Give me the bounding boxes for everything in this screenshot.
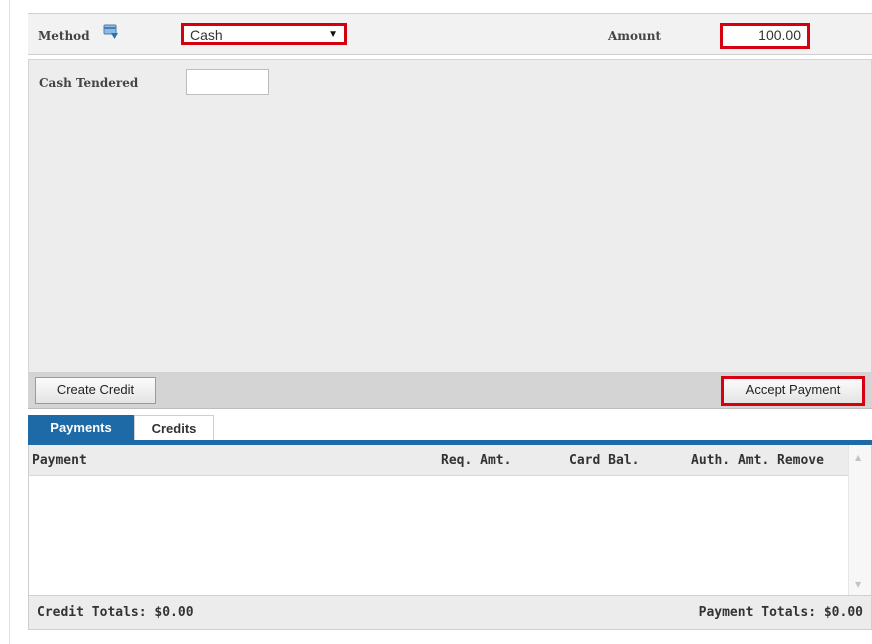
- payment-totals: Payment Totals: $0.00: [698, 605, 863, 620]
- payment-panel: Method Cash ▼ Amount 100.00 Cash Tendere…: [28, 0, 872, 644]
- cash-tendered-label: Cash Tendered: [39, 76, 139, 90]
- amount-field[interactable]: 100.00: [720, 23, 810, 49]
- totals-bar: Credit Totals: $0.00 Payment Totals: $0.…: [28, 596, 872, 630]
- create-credit-button[interactable]: Create Credit: [35, 377, 156, 404]
- payment-method-value: Cash: [190, 27, 223, 43]
- amount-label: Amount: [608, 29, 662, 43]
- scroll-down-arrow-icon[interactable]: ▼: [855, 580, 861, 589]
- accept-payment-button[interactable]: Accept Payment: [721, 376, 865, 406]
- method-label: Method: [38, 29, 90, 43]
- column-header-payment[interactable]: Payment: [32, 453, 87, 468]
- card-info-icon[interactable]: [102, 23, 120, 41]
- grid-scrollbar[interactable]: ▲ ▼: [848, 445, 871, 595]
- grid-header: Payment Req. Amt. Card Bal. Auth. Amt. R…: [29, 445, 851, 476]
- scroll-up-arrow-icon[interactable]: ▲: [855, 453, 861, 462]
- column-header-auth-amt[interactable]: Auth. Amt.: [691, 453, 769, 468]
- cash-details-area: Cash Tendered: [28, 59, 872, 373]
- column-header-card-bal[interactable]: Card Bal.: [569, 453, 639, 468]
- column-header-remove[interactable]: Remove: [777, 453, 824, 468]
- column-header-req-amt[interactable]: Req. Amt.: [441, 453, 511, 468]
- method-bar: Method Cash ▼ Amount 100.00: [28, 13, 872, 55]
- chevron-down-icon: ▼: [328, 29, 338, 40]
- payment-method-select[interactable]: Cash ▼: [181, 23, 347, 45]
- cash-tendered-input[interactable]: [186, 69, 269, 95]
- action-bar: Create Credit Accept Payment: [28, 373, 872, 409]
- left-divider: [9, 0, 10, 644]
- payments-grid: Payment Req. Amt. Card Bal. Auth. Amt. R…: [28, 445, 872, 596]
- credit-totals: Credit Totals: $0.00: [37, 605, 194, 620]
- tab-payments[interactable]: Payments: [28, 415, 134, 440]
- tab-credits[interactable]: Credits: [134, 415, 214, 440]
